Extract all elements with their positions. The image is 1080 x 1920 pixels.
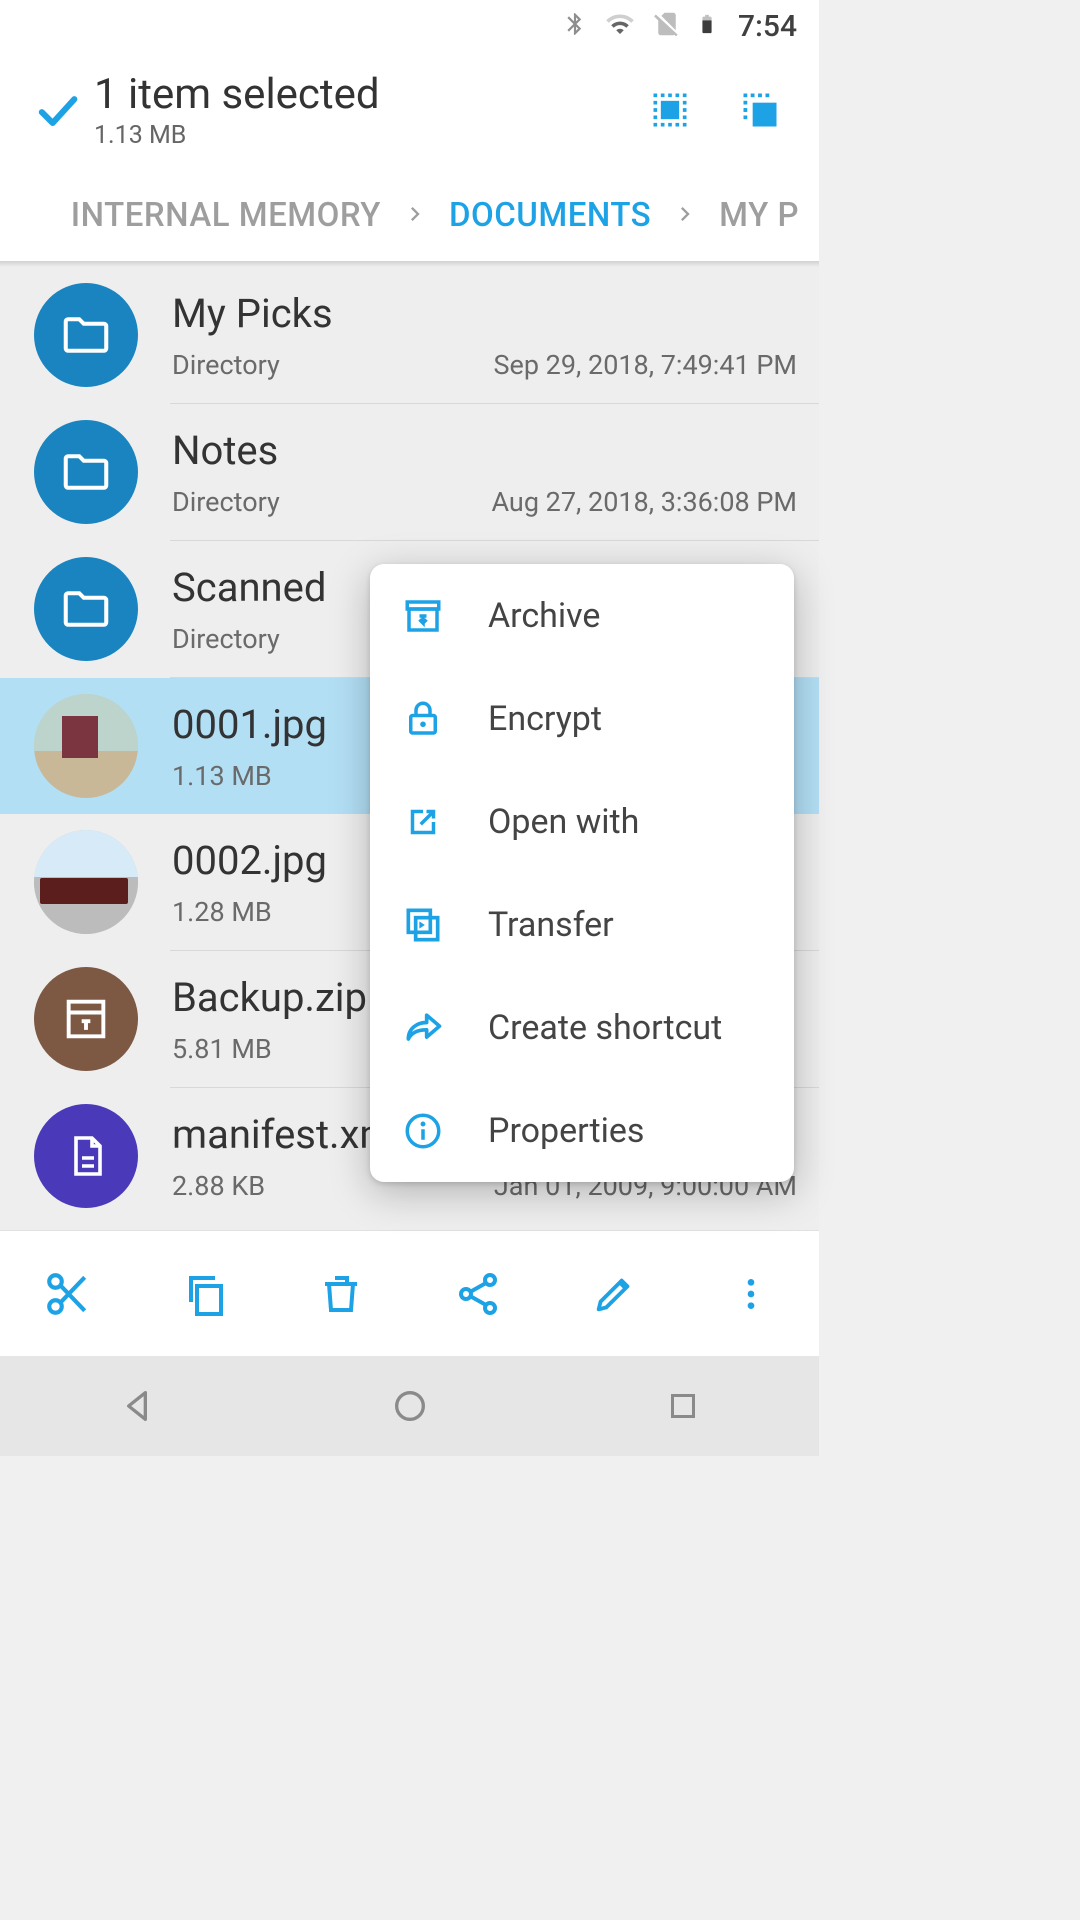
item-size: 1.13 MB <box>172 760 272 792</box>
open-external-icon <box>400 799 446 845</box>
folder-icon <box>34 420 138 524</box>
menu-archive[interactable]: Archive <box>370 564 794 667</box>
menu-label: Transfer <box>488 905 614 945</box>
back-nav-button[interactable] <box>107 1376 167 1436</box>
status-bar: 7:54 <box>0 0 819 52</box>
item-type: Directory <box>172 349 280 381</box>
archive-file-icon <box>34 967 138 1071</box>
context-menu: Archive Encrypt Open with Transfer Creat… <box>370 564 794 1182</box>
image-thumbnail <box>34 830 138 934</box>
menu-properties[interactable]: Properties <box>370 1079 794 1182</box>
wifi-icon <box>602 9 638 43</box>
menu-encrypt[interactable]: Encrypt <box>370 667 794 770</box>
archive-icon <box>400 593 446 639</box>
recents-nav-button[interactable] <box>653 1376 713 1436</box>
item-date: Sep 29, 2018, 7:49:41 PM <box>493 349 797 381</box>
menu-transfer[interactable]: Transfer <box>370 873 794 976</box>
no-sim-icon <box>652 7 682 45</box>
menu-label: Properties <box>488 1111 644 1151</box>
done-selection-button[interactable] <box>20 84 94 136</box>
menu-create-shortcut[interactable]: Create shortcut <box>370 976 794 1079</box>
share-button[interactable] <box>448 1264 508 1324</box>
home-nav-button[interactable] <box>380 1376 440 1436</box>
selection-title: 1 item selected <box>94 70 647 119</box>
document-icon <box>34 1104 138 1208</box>
breadcrumb: INTERNAL MEMORY DOCUMENTS MY P <box>0 166 819 261</box>
menu-label: Encrypt <box>488 699 602 739</box>
bottom-toolbar <box>0 1230 819 1356</box>
folder-icon <box>34 557 138 661</box>
menu-label: Create shortcut <box>488 1008 722 1048</box>
crumb-my-picks-partial[interactable]: MY P <box>699 196 819 235</box>
chevron-right-icon <box>671 200 699 232</box>
item-name: My Picks <box>172 290 801 337</box>
selection-size: 1.13 MB <box>94 121 647 150</box>
menu-label: Open with <box>488 802 639 842</box>
chevron-right-icon <box>401 200 429 232</box>
cut-button[interactable] <box>38 1264 98 1324</box>
edit-button[interactable] <box>584 1264 644 1324</box>
folder-icon <box>34 283 138 387</box>
share-arrow-icon <box>400 1005 446 1051</box>
more-button[interactable] <box>721 1264 781 1324</box>
select-inverse-button[interactable] <box>737 87 783 133</box>
app-header: 1 item selected 1.13 MB INTERNAL MEMORY … <box>0 52 819 261</box>
list-item[interactable]: Notes Directory Aug 27, 2018, 3:36:08 PM <box>0 404 819 540</box>
lock-icon <box>400 696 446 742</box>
menu-open-with[interactable]: Open with <box>370 770 794 873</box>
list-item[interactable]: My Picks Directory Sep 29, 2018, 7:49:41… <box>0 267 819 403</box>
bluetooth-icon <box>562 7 588 45</box>
item-date: Aug 27, 2018, 3:36:08 PM <box>491 486 797 518</box>
item-type: Directory <box>172 623 280 655</box>
copy-button[interactable] <box>175 1264 235 1324</box>
android-nav-bar <box>0 1356 819 1456</box>
info-icon <box>400 1108 446 1154</box>
battery-icon <box>696 7 718 45</box>
image-thumbnail <box>34 694 138 798</box>
item-size: 1.28 MB <box>172 896 272 928</box>
crumb-internal-memory[interactable]: INTERNAL MEMORY <box>51 196 401 235</box>
menu-label: Archive <box>488 596 600 636</box>
transfer-icon <box>400 902 446 948</box>
status-time: 7:54 <box>738 9 797 44</box>
item-type: Directory <box>172 486 280 518</box>
item-name: Notes <box>172 427 801 474</box>
crumb-documents[interactable]: DOCUMENTS <box>429 196 671 235</box>
select-all-button[interactable] <box>647 87 693 133</box>
item-size: 2.88 KB <box>172 1170 265 1202</box>
item-size: 5.81 MB <box>172 1033 272 1065</box>
delete-button[interactable] <box>311 1264 371 1324</box>
